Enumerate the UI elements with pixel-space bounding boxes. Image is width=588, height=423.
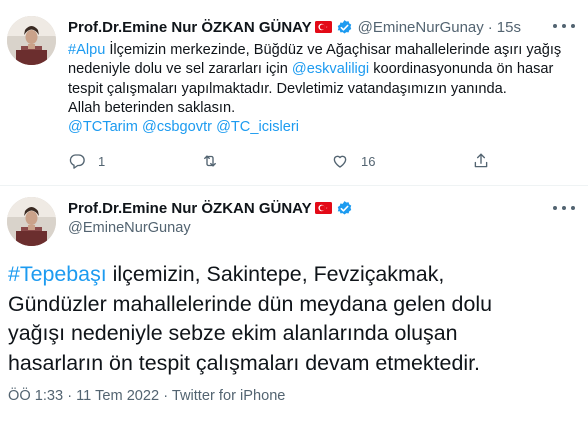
avatar[interactable] [7,197,56,246]
tweet-text-line: hasarların ön tespit çalışmaları devam e… [8,350,480,375]
turkey-flag-icon [314,202,332,214]
like-count: 16 [361,153,376,169]
share-button[interactable] [472,151,490,171]
verified-badge-icon [337,19,351,34]
tweet-header: Prof.Dr.Emine Nur ÖZKAN GÜNAY [68,198,353,218]
tweet-actions: 1 16 [68,151,498,171]
hashtag-link[interactable]: #Tepebaşı [8,262,107,286]
retweet-icon [204,155,216,167]
reply-count: 1 [98,153,106,169]
tweet-text-segment: ilçemizin, Sakintepe, Fevziçakmak, [106,262,445,286]
tweet-timestamp-source[interactable]: ÖÖ 1:33 · 11 Tem 2022 · Twitter for iPho… [8,388,285,404]
verified-badge-icon [337,200,351,215]
tweet-text: #Tepebaşı ilçemizin, Sakintepe, Fevziçak… [8,260,583,378]
author-name[interactable]: Prof.Dr.Emine Nur ÖZKAN GÜNAY [68,19,312,36]
tweet-text-segment: koordinasyonunda ön hasar [369,61,554,78]
hashtag-link[interactable]: #Alpu [68,42,105,58]
retweet-button[interactable] [201,151,231,171]
share-icon [474,153,488,168]
heart-icon [333,155,347,168]
tweet-header: Prof.Dr.Emine Nur ÖZKAN GÜNAY @EmineNurG… [68,17,521,37]
tweet-time[interactable]: 15s [497,19,521,36]
mention-link[interactable]: @eskvaliligi [292,61,369,77]
reply-button[interactable]: 1 [68,151,105,171]
more-options-icon[interactable] [553,201,575,215]
author-handle[interactable]: @EmineNurGunay [358,19,484,36]
tweet-text: #Alpu İlçemizin merkezinde, Büğdüz ve Ağ… [68,41,578,137]
mention-link[interactable]: @TCTarim [68,119,138,135]
more-options-icon[interactable] [553,19,575,33]
tweet-text-line: Gündüzler mahallelerinde dün meydana gel… [8,291,492,316]
separator-dot: · [487,18,493,36]
author-handle[interactable]: @EmineNurGunay [68,220,191,236]
mention-link[interactable]: @TC_icisleri [216,119,299,135]
tweet-text-line: yağışı nedeniyle sebze ekim alanlarında … [8,321,458,346]
like-button[interactable]: 16 [331,151,375,171]
tweet-text-segment: İlçemizin merkezinde, Büğdüz ve Ağaçhisa… [105,42,562,58]
avatar[interactable] [7,16,56,65]
tweet-text-line: Allah beterinden saklasın. [68,99,236,116]
reply-icon [69,154,85,169]
tweet-text-segment: nedeniyle dolu ve sel zararları için [68,61,292,78]
tweet-text-line: tespit çalışmaları yapılmaktadır. Devlet… [68,80,507,97]
tweet-thread-item[interactable]: Prof.Dr.Emine Nur ÖZKAN GÜNAY @EmineNurG… [0,0,588,186]
author-name[interactable]: Prof.Dr.Emine Nur ÖZKAN GÜNAY [68,200,312,217]
turkey-flag-icon [314,21,332,33]
mention-link[interactable]: @csbgovtr [142,119,212,135]
